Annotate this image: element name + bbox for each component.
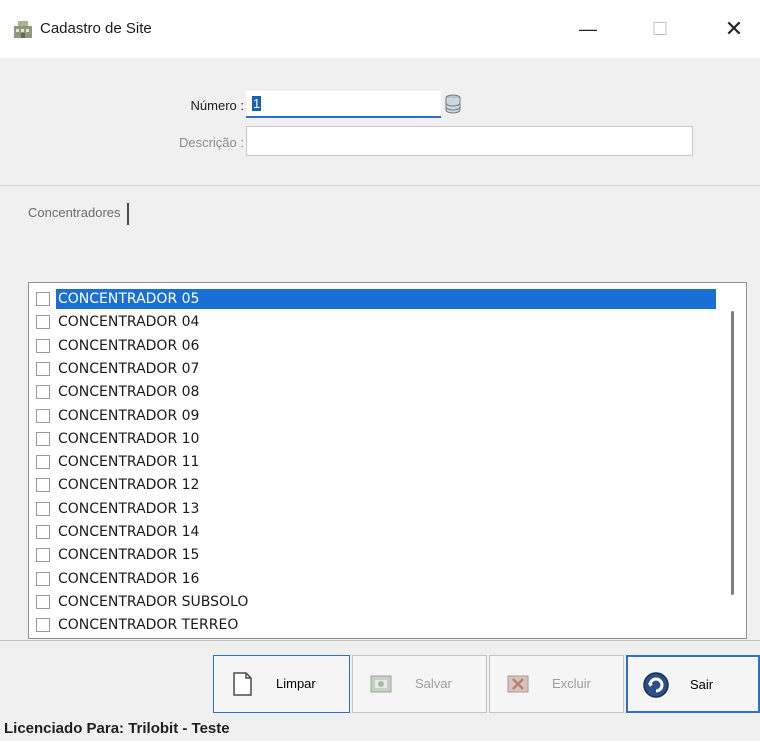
item-checkbox[interactable]: [36, 292, 50, 306]
item-label: CONCENTRADOR 13: [58, 500, 200, 517]
concentradores-checklist[interactable]: CONCENTRADOR 05 CONCENTRADOR 04 CONCENTRAD…: [28, 282, 747, 639]
list-item[interactable]: CONCENTRADOR 15: [36, 544, 720, 566]
list-item[interactable]: CONCENTRADOR 14: [36, 521, 720, 543]
limpar-label: Limpar: [276, 676, 316, 691]
item-label: CONCENTRADOR SUBSOLO: [58, 593, 249, 610]
descricao-input[interactable]: [246, 126, 693, 156]
item-label: CONCENTRADOR 15: [58, 547, 200, 564]
numero-input[interactable]: 1: [246, 91, 441, 118]
minimize-button[interactable]: —: [568, 14, 608, 44]
item-label: CONCENTRADOR 08: [58, 384, 200, 401]
item-label: CONCENTRADOR 05: [56, 289, 716, 309]
salvar-label: Salvar: [415, 676, 452, 691]
button-bar: Limpar Salvar Excluir Sair: [0, 640, 760, 716]
list-item[interactable]: CONCENTRADOR 16: [36, 568, 720, 590]
item-label: CONCENTRADOR 06: [58, 337, 200, 354]
database-icon[interactable]: [444, 94, 462, 114]
exit-globe-icon: [643, 672, 669, 698]
document-icon: [233, 672, 252, 696]
item-checkbox[interactable]: [36, 361, 50, 376]
descricao-label: Descrição :: [178, 135, 244, 150]
numero-value: 1: [252, 96, 262, 111]
item-checkbox[interactable]: [36, 408, 50, 423]
list-item[interactable]: CONCENTRADOR 11: [36, 451, 720, 473]
delete-icon: [507, 675, 529, 693]
excluir-label: Excluir: [552, 676, 592, 691]
list-item[interactable]: CONCENTRADOR TERREO: [36, 614, 720, 636]
item-checkbox[interactable]: [36, 571, 50, 586]
license-text: Licenciado Para: Trilobit - Teste: [4, 720, 230, 737]
limpar-button[interactable]: Limpar: [213, 655, 350, 713]
item-label: CONCENTRADOR 07: [58, 360, 200, 377]
item-label: CONCENTRADOR 09: [58, 407, 200, 424]
list-item[interactable]: CONCENTRADOR 06: [36, 335, 720, 357]
list-item[interactable]: CONCENTRADOR 04: [36, 311, 720, 333]
item-label: CONCENTRADOR 10: [58, 430, 200, 447]
building-icon: [14, 21, 32, 38]
item-label: CONCENTRADOR TERREO: [58, 617, 239, 634]
item-checkbox[interactable]: [36, 548, 50, 563]
list-item[interactable]: CONCENTRADOR 09: [36, 405, 720, 427]
item-label: CONCENTRADOR 16: [58, 570, 200, 587]
sair-label: Sair: [690, 677, 714, 692]
list-item[interactable]: CONCENTRADOR 05: [36, 288, 720, 310]
item-checkbox[interactable]: [36, 594, 50, 609]
sair-button[interactable]: Sair: [626, 655, 760, 713]
tab-strip: Concentradores: [0, 187, 760, 247]
list-item[interactable]: CONCENTRADOR 08: [36, 381, 720, 403]
list-item[interactable]: CONCENTRADOR SUBSOLO: [36, 591, 720, 613]
item-checkbox[interactable]: [36, 478, 50, 493]
salvar-button[interactable]: Salvar: [352, 655, 487, 713]
item-label: CONCENTRADOR 14: [58, 524, 200, 540]
item-checkbox[interactable]: [36, 501, 50, 516]
item-checkbox[interactable]: [36, 315, 50, 330]
maximize-button[interactable]: ☐: [640, 14, 680, 44]
numero-label: Número :: [190, 98, 244, 113]
item-checkbox[interactable]: [36, 385, 50, 400]
list-item[interactable]: CONCENTRADOR 10: [36, 428, 720, 450]
item-checkbox[interactable]: [36, 338, 50, 353]
item-label: CONCENTRADOR 11: [58, 454, 200, 471]
tab-concentradores[interactable]: Concentradores: [28, 203, 129, 225]
item-label: CONCENTRADOR 04: [58, 314, 200, 331]
scrollbar-thumb[interactable]: [731, 311, 734, 595]
status-bar: Licenciado Para: Trilobit - Teste: [0, 716, 760, 741]
window-title: Cadastro de Site: [40, 20, 152, 37]
title-bar: Cadastro de Site — ☐ ✕: [0, 0, 760, 58]
item-label: CONCENTRADOR 12: [58, 477, 200, 494]
item-checkbox[interactable]: [36, 618, 50, 633]
close-button[interactable]: ✕: [714, 14, 754, 44]
list-item[interactable]: CONCENTRADOR 07: [36, 358, 720, 380]
item-checkbox[interactable]: [36, 525, 50, 539]
save-icon: [370, 675, 392, 693]
item-checkbox[interactable]: [36, 455, 50, 470]
item-checkbox[interactable]: [36, 431, 50, 446]
excluir-button[interactable]: Excluir: [489, 655, 624, 713]
list-item[interactable]: CONCENTRADOR 12: [36, 474, 720, 496]
list-item[interactable]: CONCENTRADOR 13: [36, 498, 720, 520]
site-form: Número : 1 Descrição :: [0, 58, 760, 186]
